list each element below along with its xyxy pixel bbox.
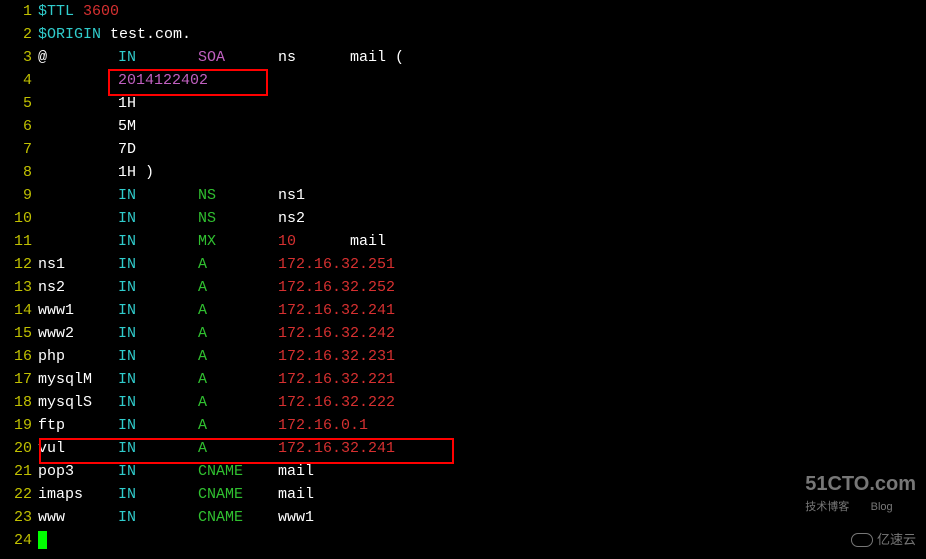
line-content [38,529,926,552]
code-line[interactable]: 77D [0,138,926,161]
code-line[interactable]: 3@INSOAns mail ( [0,46,926,69]
line-content: phpINA172.16.32.231 [38,345,926,368]
code-line[interactable]: 19ftpINA172.16.0.1 [0,414,926,437]
line-number: 10 [0,207,38,230]
line-number: 16 [0,345,38,368]
line-number: 23 [0,506,38,529]
line-content: @INSOAns mail ( [38,46,926,69]
code-line[interactable]: 81H ) [0,161,926,184]
code-line[interactable]: 65M [0,115,926,138]
code-line[interactable]: 16phpINA172.16.32.231 [0,345,926,368]
line-content: ns2INA172.16.32.252 [38,276,926,299]
line-content: mysqlSINA172.16.32.222 [38,391,926,414]
line-content: $TTL 3600 [38,0,926,23]
line-content: 5M [38,115,926,138]
code-line[interactable]: 14www1INA172.16.32.241 [0,299,926,322]
line-content: 1H [38,92,926,115]
line-number: 21 [0,460,38,483]
line-content: ftpINA172.16.0.1 [38,414,926,437]
line-content: $ORIGIN test.com. [38,23,926,46]
line-number: 20 [0,437,38,460]
code-line[interactable]: 15www2INA172.16.32.242 [0,322,926,345]
code-line[interactable]: 22imapsINCNAMEmail [0,483,926,506]
line-content: wwwINCNAMEwww1 [38,506,926,529]
line-content: ns1INA172.16.32.251 [38,253,926,276]
line-content: INNSns2 [38,207,926,230]
line-number: 1 [0,0,38,23]
line-content: INNSns1 [38,184,926,207]
line-content: pop3INCNAMEmail [38,460,926,483]
line-content: imapsINCNAMEmail [38,483,926,506]
line-number: 8 [0,161,38,184]
code-line[interactable]: 1$TTL 3600 [0,0,926,23]
code-line[interactable]: 10INNSns2 [0,207,926,230]
line-number: 3 [0,46,38,69]
line-number: 6 [0,115,38,138]
line-content: 7D [38,138,926,161]
cursor [38,531,47,549]
line-number: 12 [0,253,38,276]
line-number: 5 [0,92,38,115]
line-content: www1INA172.16.32.241 [38,299,926,322]
line-number: 18 [0,391,38,414]
code-line[interactable]: 24 [0,529,926,552]
line-content: mysqlMINA172.16.32.221 [38,368,926,391]
line-number: 15 [0,322,38,345]
line-content: www2INA172.16.32.242 [38,322,926,345]
line-number: 17 [0,368,38,391]
line-number: 14 [0,299,38,322]
line-content: INMX10 mail [38,230,926,253]
line-number: 22 [0,483,38,506]
code-line[interactable]: 13ns2INA172.16.32.252 [0,276,926,299]
line-number: 13 [0,276,38,299]
code-line[interactable]: 9INNSns1 [0,184,926,207]
code-line[interactable]: 2$ORIGIN test.com. [0,23,926,46]
line-number: 7 [0,138,38,161]
code-editor[interactable]: 1$TTL 36002$ORIGIN test.com.3@INSOAns ma… [0,0,926,552]
code-line[interactable]: 42014122402 [0,69,926,92]
code-line[interactable]: 12ns1INA172.16.32.251 [0,253,926,276]
code-line[interactable]: 18mysqlSINA172.16.32.222 [0,391,926,414]
line-number: 11 [0,230,38,253]
code-line[interactable]: 17mysqlMINA172.16.32.221 [0,368,926,391]
line-number: 19 [0,414,38,437]
code-line[interactable]: 21pop3INCNAMEmail [0,460,926,483]
line-number: 2 [0,23,38,46]
code-line[interactable]: 20vulINA172.16.32.241 [0,437,926,460]
line-number: 4 [0,69,38,92]
line-number: 24 [0,529,38,552]
code-line[interactable]: 11INMX10 mail [0,230,926,253]
line-content: 2014122402 [38,69,926,92]
line-number: 9 [0,184,38,207]
code-line[interactable]: 23wwwINCNAMEwww1 [0,506,926,529]
code-line[interactable]: 51H [0,92,926,115]
line-content: 1H ) [38,161,926,184]
line-content: vulINA172.16.32.241 [38,437,926,460]
